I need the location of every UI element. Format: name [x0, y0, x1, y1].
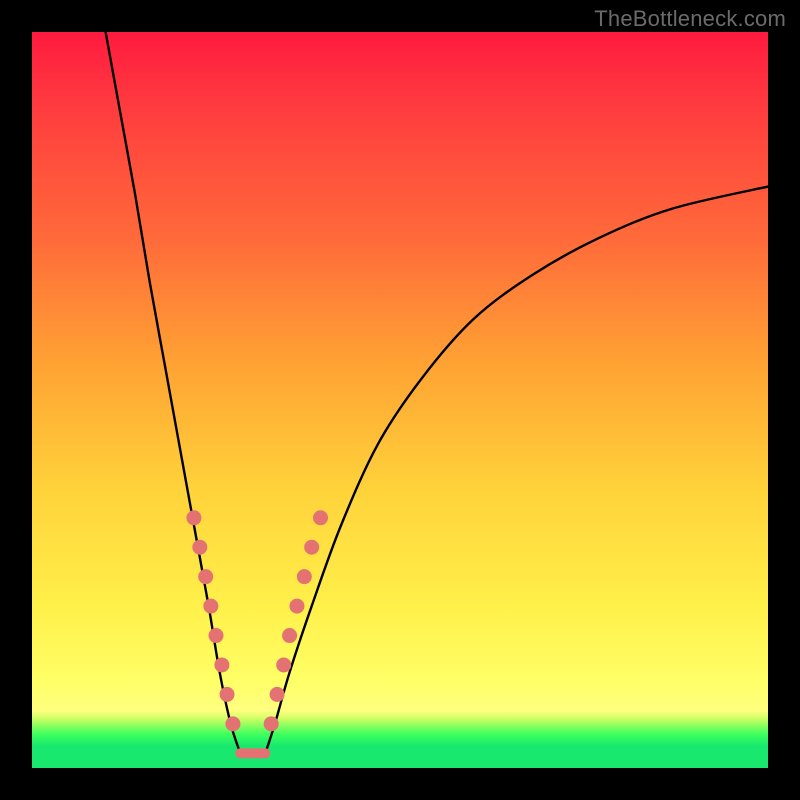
data-dot [304, 540, 319, 555]
right-curve [265, 187, 768, 754]
plot-area [32, 32, 768, 768]
data-dot [198, 569, 213, 584]
watermark-text: TheBottleneck.com [594, 6, 786, 32]
dots-left-group [186, 510, 240, 731]
data-dot [289, 599, 304, 614]
data-dot [220, 687, 235, 702]
data-dot [297, 569, 312, 584]
outer-frame: TheBottleneck.com [0, 0, 800, 800]
left-curve [106, 32, 241, 753]
data-dot [313, 510, 328, 525]
dots-right-group [264, 510, 328, 731]
data-dot [282, 628, 297, 643]
data-dot [214, 657, 229, 672]
data-dot [225, 716, 240, 731]
data-dot [276, 657, 291, 672]
data-dot [209, 628, 224, 643]
data-dot [203, 599, 218, 614]
data-dot [270, 687, 285, 702]
data-dot [186, 510, 201, 525]
data-dot [192, 540, 207, 555]
data-dot [264, 716, 279, 731]
chart-svg [32, 32, 768, 768]
